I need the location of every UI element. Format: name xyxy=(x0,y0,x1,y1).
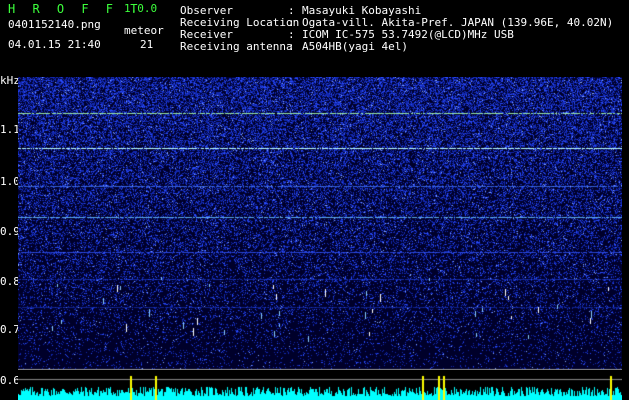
y-tick-0.7: 0.7 xyxy=(0,323,20,336)
spectrogram-panel xyxy=(18,77,622,370)
y-tick-0.6: 0.6 xyxy=(0,374,20,387)
app-logo: H R O F F T xyxy=(8,2,143,16)
y-tick-1.1: 1.1 xyxy=(0,123,20,136)
spectrogram-canvas xyxy=(18,77,622,370)
app-version: 1.0.0 xyxy=(124,2,158,15)
meteor-label: meteor xyxy=(124,24,164,37)
antenna-label: Receiving antenna xyxy=(180,40,293,53)
capture-datetime: 04.01.15 21:40 xyxy=(8,38,101,51)
file-name: 0401152140.png xyxy=(8,18,101,31)
activity-histogram xyxy=(18,372,622,400)
y-tick-0.8: 0.8 xyxy=(0,275,20,288)
antenna-sep: : xyxy=(288,40,295,53)
y-tick-0.9: 0.9 xyxy=(0,225,20,238)
meteor-count: 21 xyxy=(140,38,154,51)
y-tick-1.0: 1.0 xyxy=(0,175,20,188)
y-unit-label: kHz xyxy=(0,74,20,87)
antenna-value: A504HB(yagi 4el) xyxy=(302,40,408,53)
